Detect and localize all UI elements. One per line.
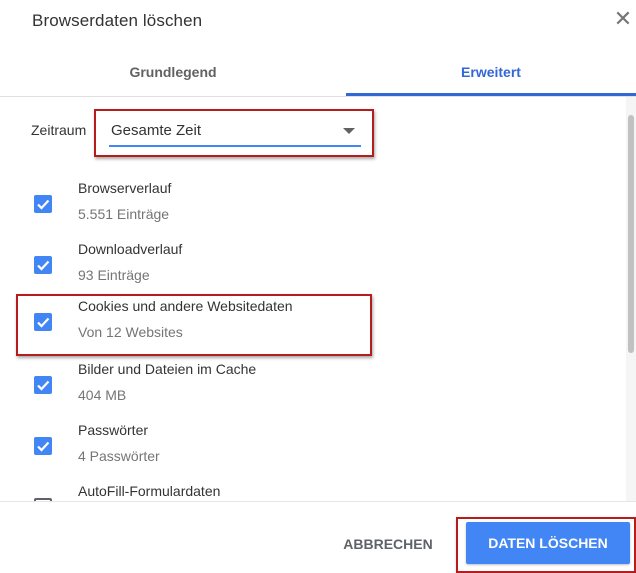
checkbox-row-download-history[interactable]: Downloadverlauf 93 Einträge [0,235,620,295]
checkbox-checked-icon[interactable] [34,195,52,213]
item-title: Bilder und Dateien im Cache [78,361,257,377]
item-subtitle: 404 MB [78,387,127,403]
time-range-label: Zeitraum [31,122,87,138]
cancel-button[interactable]: ABBRECHEN [328,526,448,562]
time-range-value: Gesamte Zeit [111,122,202,139]
active-tab-indicator [346,93,636,96]
tab-basic[interactable]: Grundlegend [0,50,346,94]
item-subtitle: 4 Passwörter [78,448,160,464]
close-icon[interactable]: ✕ [612,8,634,30]
item-title: AutoFill-Formulardaten [78,483,221,499]
item-title: Cookies und andere Websitedaten [78,298,293,314]
item-subtitle: Von 12 Websites [78,324,183,340]
time-range-select[interactable]: Gesamte Zeit [109,115,361,147]
checkbox-checked-icon[interactable] [34,376,52,394]
checkbox-checked-icon[interactable] [34,256,52,274]
item-subtitle: 93 Einträge [78,267,150,283]
clear-browsing-data-dialog: Browserdaten löschen ✕ Grundlegend Erwei… [0,0,636,573]
options-list: Zeitraum Gesamte Zeit Browserverlauf 5.5… [0,97,636,501]
tab-advanced[interactable]: Erweitert [346,50,636,94]
checkbox-row-passwords[interactable]: Passwörter 4 Passwörter [0,416,620,476]
checkbox-row-cookies[interactable]: Cookies und andere Websitedaten Von 12 W… [0,292,620,352]
dialog-title: Browserdaten löschen [32,11,203,30]
dialog-footer: ABBRECHEN DATEN LÖSCHEN [0,501,636,573]
item-title: Browserverlauf [78,180,172,196]
item-title: Downloadverlauf [78,241,183,257]
checkbox-checked-icon[interactable] [34,313,52,331]
dropdown-arrow-icon [343,128,355,134]
tab-bar: Grundlegend Erweitert [0,50,636,97]
item-subtitle: 5.551 Einträge [78,206,170,222]
checkbox-row-autofill[interactable]: AutoFill-Formulardaten [0,477,620,501]
clear-data-button[interactable]: DATEN LÖSCHEN [466,522,630,564]
checkbox-checked-icon[interactable] [34,437,52,455]
item-title: Passwörter [78,422,149,438]
checkbox-row-browsing-history[interactable]: Browserverlauf 5.551 Einträge [0,174,620,234]
scrollbar-thumb[interactable] [628,115,634,353]
checkbox-row-cached-images[interactable]: Bilder und Dateien im Cache 404 MB [0,355,620,415]
